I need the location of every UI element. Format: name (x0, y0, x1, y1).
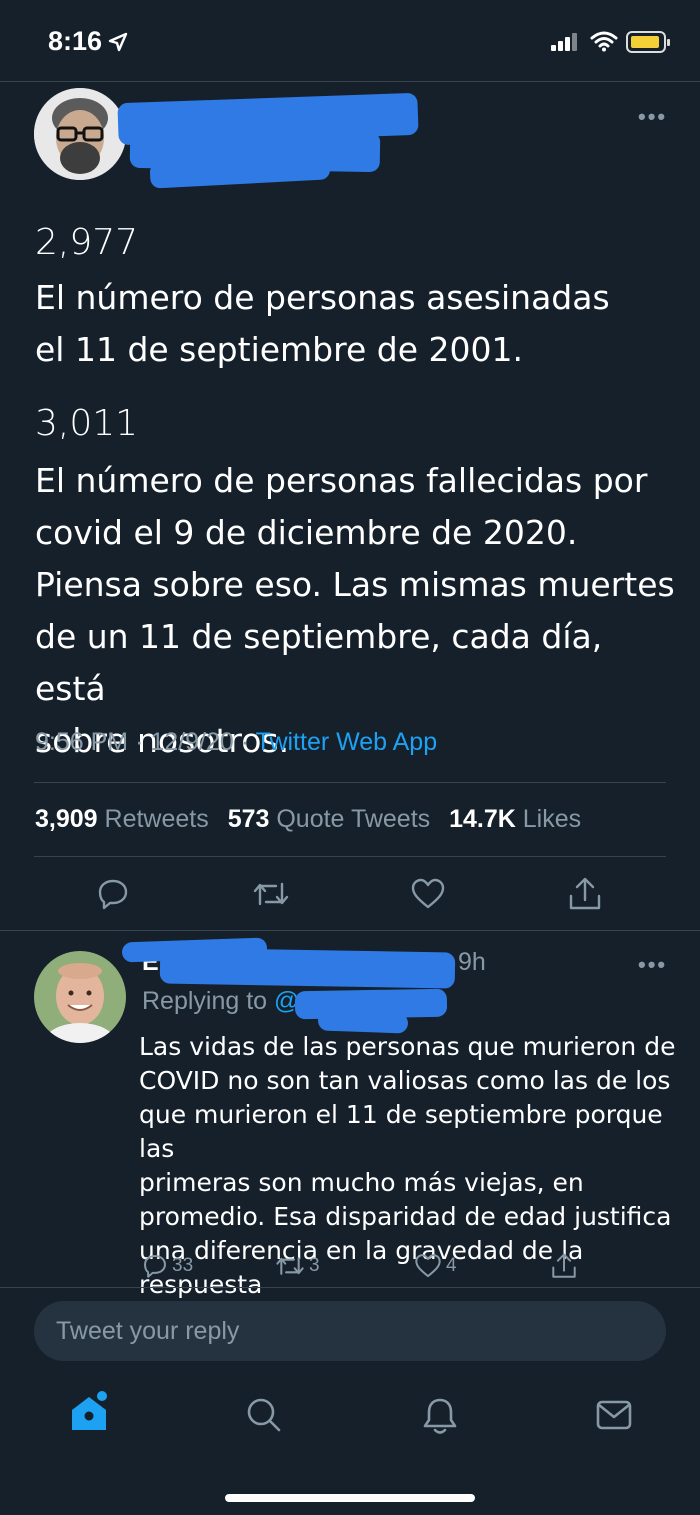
search-icon[interactable] (245, 1396, 283, 1434)
reply-retweet-button[interactable]: 3 (275, 1252, 320, 1280)
home-icon[interactable] (68, 1390, 110, 1434)
battery-icon (626, 31, 670, 53)
signal-icon (551, 33, 579, 51)
tweet-stats: 3,909 Retweets 573 Quote Tweets 14.7K Li… (35, 805, 581, 834)
retweet-icon[interactable] (252, 878, 290, 910)
reply-compose-input[interactable]: Tweet your reply (34, 1301, 666, 1361)
reply-icon (144, 1255, 166, 1278)
likes-label: Likes (522, 805, 582, 833)
author-avatar-image (34, 88, 126, 180)
reply-reply-button[interactable]: 33 (142, 1252, 193, 1280)
status-time: 8:16 (48, 26, 103, 56)
meta-divider (34, 782, 666, 783)
reply-like-button[interactable]: 4 (414, 1252, 457, 1280)
reply-share-button[interactable] (551, 1252, 577, 1280)
reply-line: promedio. Esa disparidad de edad justifi… (139, 1202, 672, 1231)
notifications-icon[interactable] (421, 1396, 459, 1436)
replying-to: Replying to @ (142, 987, 299, 1016)
tweet-line: El número de personas fallecidas por (35, 461, 648, 500)
tweet-number-2: 3,011 (35, 403, 139, 444)
likes-count: 14.7K (449, 805, 516, 833)
likes-stat[interactable]: 14.7K Likes (449, 805, 581, 833)
share-icon (552, 1253, 576, 1278)
tweet-date: 12/9/20 (150, 728, 234, 756)
retweets-count: 3,909 (35, 805, 98, 833)
tweet-meta: 9:56 PM · 12/9/20 · Twitter Web App (35, 728, 437, 757)
reply-line: primeras son mucho más viejas, en (139, 1168, 584, 1197)
tweet-line: de un 11 de septiembre, cada día, está (35, 617, 603, 708)
quote-tweets-stat[interactable]: 573 Quote Tweets (228, 805, 430, 833)
share-icon[interactable] (568, 876, 602, 912)
reply-retweet-count: 3 (309, 1255, 320, 1276)
reply-icon[interactable] (96, 877, 130, 911)
tweet-line: Piensa sobre eso. Las mismas muertes (35, 565, 675, 604)
reply-reply-count: 33 (172, 1255, 194, 1276)
reply-line: COVID no son tan valiosas como las de lo… (139, 1066, 671, 1095)
retweet-icon (276, 1257, 304, 1275)
like-icon (415, 1254, 441, 1278)
stats-divider (34, 856, 666, 857)
replying-to-label: Replying to (142, 987, 268, 1015)
quotes-count: 573 (227, 805, 270, 833)
actions-divider (0, 930, 700, 931)
reply-line: que murieron el 11 de septiembre porque … (139, 1100, 663, 1163)
like-icon[interactable] (410, 878, 446, 910)
retweets-stat[interactable]: 3,909 Retweets (35, 805, 209, 833)
retweets-label: Retweets (104, 805, 209, 833)
reply-compose-placeholder: Tweet your reply (56, 1317, 240, 1345)
tweet-more-button[interactable]: ••• (638, 104, 667, 130)
reply-time: 9h (458, 948, 486, 976)
tweet-paragraph-2: El número de personas fallecidas por cov… (35, 455, 675, 767)
tweet-paragraph-1: El número de personas asesinadas el 11 d… (35, 272, 675, 376)
author-avatar[interactable] (34, 88, 126, 180)
status-bar: 8:16 (0, 0, 700, 80)
location-arrow-icon (108, 32, 128, 52)
tweet-number-1: 2,977 (35, 222, 139, 263)
reply-like-count: 4 (446, 1255, 457, 1276)
home-indicator (225, 1494, 475, 1502)
quotes-label: Quote Tweets (276, 805, 431, 833)
meta-separator: · (240, 728, 250, 756)
meta-separator: · (135, 728, 144, 756)
messages-icon[interactable] (595, 1399, 633, 1431)
replier-avatar-image (34, 951, 126, 1043)
wifi-icon (590, 31, 618, 52)
tweet-line: el 11 de septiembre de 2001. (35, 330, 523, 369)
tweet-source-link[interactable]: Twitter Web App (256, 728, 438, 756)
reply-line: Las vidas de las personas que murieron d… (139, 1032, 676, 1061)
replier-avatar[interactable] (34, 951, 126, 1043)
reply-divider (0, 1287, 700, 1288)
reply-more-button[interactable]: ••• (638, 952, 667, 978)
tweet-line: covid el 9 de diciembre de 2020. (35, 513, 578, 552)
header-divider (0, 81, 700, 82)
tweet-line: El número de personas asesinadas (35, 278, 610, 317)
tweet-time: 9:56 PM (35, 728, 129, 756)
